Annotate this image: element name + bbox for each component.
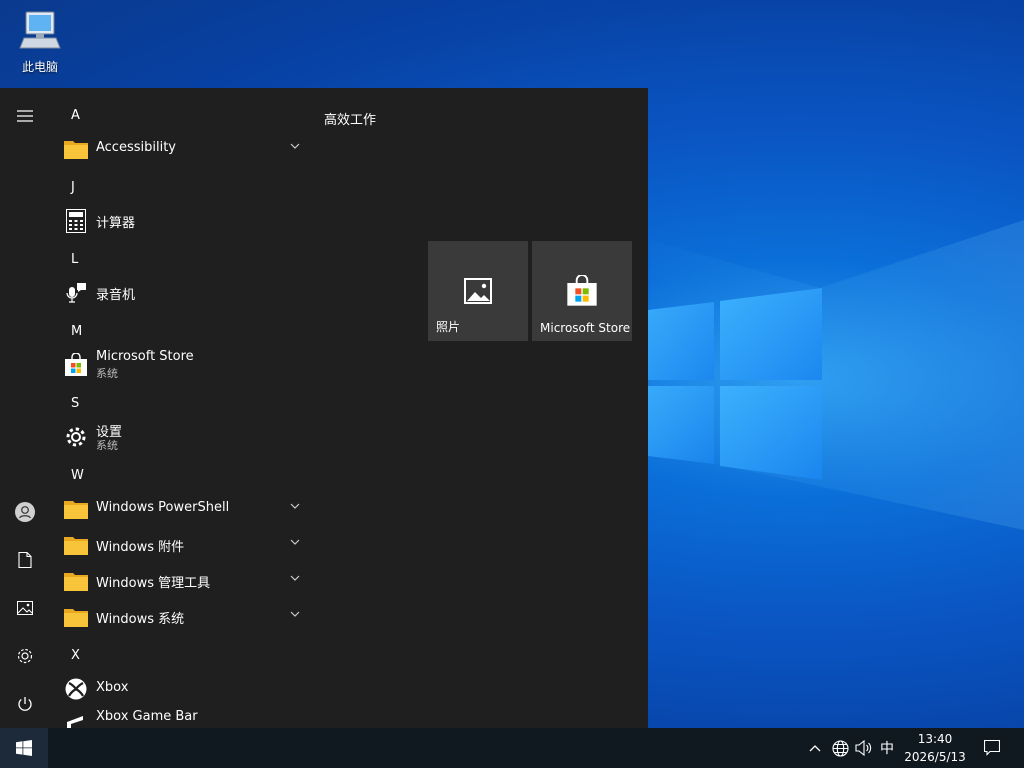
app-settings[interactable]: 设置 系统 bbox=[62, 419, 310, 455]
start-menu: A Accessibility J 计算器 L 录音机 M Microsoft … bbox=[0, 88, 648, 728]
notification-icon bbox=[984, 740, 1000, 756]
pictures-icon bbox=[17, 601, 33, 615]
app-microsoft-store[interactable]: Microsoft Store 系统 bbox=[62, 347, 310, 383]
app-xbox-game-bar[interactable]: Xbox Game Bar bbox=[62, 707, 310, 728]
app-name: Microsoft Store bbox=[96, 349, 194, 364]
show-hidden-icons-button[interactable] bbox=[804, 728, 826, 768]
globe-icon bbox=[831, 739, 849, 757]
letter-header-l[interactable]: L bbox=[71, 252, 78, 267]
pictures-button[interactable] bbox=[0, 588, 50, 628]
app-name: Windows PowerShell bbox=[96, 500, 230, 515]
start-rail bbox=[0, 88, 50, 728]
ime-indicator[interactable]: 中 bbox=[876, 728, 898, 768]
speaker-icon bbox=[855, 740, 872, 756]
chevron-down-icon bbox=[290, 575, 300, 581]
app-calculator[interactable]: 计算器 bbox=[62, 203, 310, 239]
app-system-folder[interactable]: Windows 系统 bbox=[62, 599, 310, 635]
app-subtitle: 系统 bbox=[96, 367, 118, 380]
xbox-game-bar-icon bbox=[64, 713, 88, 728]
app-name: Windows 系统 bbox=[96, 612, 185, 627]
windows-start-icon bbox=[16, 740, 32, 756]
taskbar: 中 13:40 2026/5/13 bbox=[0, 728, 1024, 768]
chevron-down-icon bbox=[290, 143, 300, 149]
app-name: Xbox bbox=[96, 680, 129, 695]
computer-icon bbox=[19, 11, 61, 49]
app-accessibility-folder[interactable]: Accessibility bbox=[62, 131, 310, 167]
user-avatar-icon bbox=[15, 502, 35, 522]
store-bag-icon bbox=[64, 353, 88, 377]
app-list: A Accessibility J 计算器 L 录音机 M Microsoft … bbox=[50, 88, 312, 728]
app-subtitle: 系统 bbox=[96, 439, 118, 452]
tile-label: Microsoft Store bbox=[540, 321, 631, 335]
folder-icon bbox=[64, 497, 88, 521]
app-voice-recorder[interactable]: 录音机 bbox=[62, 275, 310, 311]
app-powershell-folder[interactable]: Windows PowerShell bbox=[62, 491, 310, 527]
clock-date: 2026/5/13 bbox=[904, 750, 966, 764]
gear-icon bbox=[64, 425, 88, 449]
xbox-logo-icon bbox=[64, 677, 88, 701]
settings-button[interactable] bbox=[0, 636, 50, 676]
chevron-down-icon bbox=[290, 539, 300, 545]
documents-icon bbox=[18, 552, 32, 568]
network-button[interactable] bbox=[828, 728, 852, 768]
letter-header-a[interactable]: A bbox=[71, 108, 80, 123]
this-pc-label: 此电脑 bbox=[21, 60, 58, 74]
this-pc-desktop-icon[interactable]: 此电脑 bbox=[12, 8, 68, 75]
clock[interactable]: 13:40 2026/5/13 bbox=[898, 730, 972, 766]
volume-button[interactable] bbox=[852, 728, 876, 768]
app-admin-tools-folder[interactable]: Windows 管理工具 bbox=[62, 563, 310, 599]
settings-icon bbox=[17, 648, 33, 664]
chevron-up-icon bbox=[809, 745, 821, 752]
folder-icon bbox=[64, 533, 88, 557]
calculator-icon bbox=[64, 209, 88, 233]
app-name: Xbox Game Bar bbox=[96, 709, 198, 724]
tile-label: 照片 bbox=[436, 320, 461, 334]
letter-header-m[interactable]: M bbox=[71, 324, 82, 339]
tile-microsoft-store[interactable]: Microsoft Store bbox=[532, 241, 632, 341]
expand-menu-button[interactable] bbox=[0, 96, 50, 136]
folder-icon bbox=[64, 605, 88, 629]
documents-button[interactable] bbox=[0, 540, 50, 580]
letter-header-s[interactable]: S bbox=[71, 396, 79, 411]
app-name: 录音机 bbox=[96, 288, 136, 303]
folder-icon bbox=[64, 569, 88, 593]
windows-logo-wallpaper bbox=[648, 288, 822, 480]
chevron-down-icon bbox=[290, 611, 300, 617]
app-name: Accessibility bbox=[96, 140, 176, 155]
user-account-button[interactable] bbox=[0, 492, 50, 532]
letter-header-j[interactable]: J bbox=[71, 180, 75, 195]
store-bag-icon bbox=[566, 275, 598, 307]
microphone-icon bbox=[64, 281, 88, 305]
app-accessories-folder[interactable]: Windows 附件 bbox=[62, 527, 310, 563]
app-name: 计算器 bbox=[96, 216, 136, 231]
app-xbox[interactable]: Xbox bbox=[62, 671, 310, 707]
chevron-down-icon bbox=[290, 503, 300, 509]
clock-time: 13:40 bbox=[917, 732, 953, 746]
photos-icon bbox=[462, 275, 494, 307]
action-center-button[interactable] bbox=[976, 728, 1008, 768]
start-button[interactable] bbox=[0, 728, 48, 768]
app-name: Windows 管理工具 bbox=[96, 576, 211, 591]
letter-header-w[interactable]: W bbox=[71, 468, 84, 483]
tile-group-title[interactable]: 高效工作 bbox=[324, 109, 376, 128]
power-button[interactable] bbox=[0, 684, 50, 724]
app-name: Windows 附件 bbox=[96, 540, 185, 555]
hamburger-menu-icon bbox=[17, 110, 33, 122]
folder-icon bbox=[64, 137, 88, 161]
tile-photos[interactable]: 照片 bbox=[428, 241, 528, 341]
letter-header-x[interactable]: X bbox=[71, 648, 80, 663]
power-icon bbox=[18, 697, 32, 711]
